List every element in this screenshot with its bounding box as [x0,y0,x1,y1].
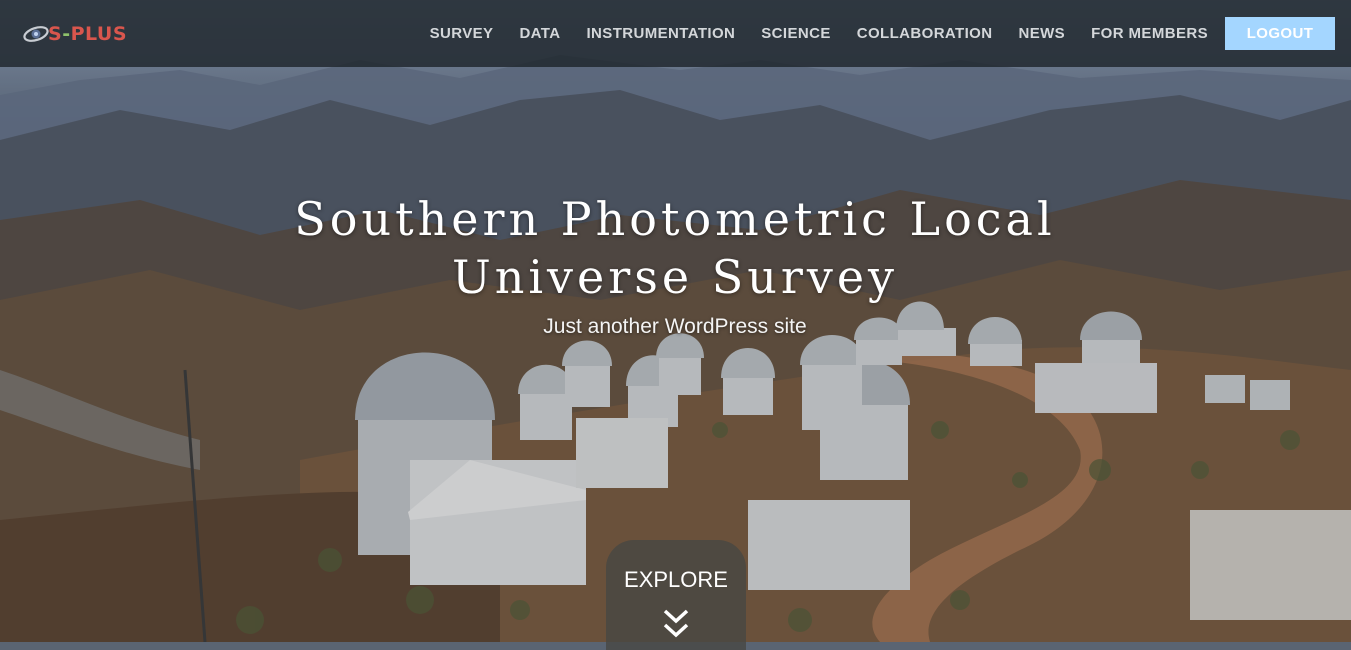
nav-item-for-members[interactable]: FOR MEMBERS [1091,25,1208,42]
main-nav: SURVEY DATA INSTRUMENTATION SCIENCE COLL… [404,0,1208,67]
logo-text: S-PLUS [48,23,128,45]
hero-title: Southern Photometric Local Universe Surv… [294,192,1056,304]
hero-subtitle: Just another WordPress site [543,315,807,338]
explore-label: EXPLORE [624,567,728,592]
logout-button[interactable]: LOGOUT [1225,17,1335,50]
nav-item-news[interactable]: NEWS [1018,25,1065,42]
nav-item-science[interactable]: SCIENCE [761,25,830,42]
nav-item-instrumentation[interactable]: INSTRUMENTATION [586,25,735,42]
top-navbar: S-PLUS SURVEY DATA INSTRUMENTATION SCIEN… [0,0,1351,67]
site-logo[interactable]: S-PLUS [22,22,127,46]
double-chevron-down-icon [663,609,689,638]
explore-button[interactable]: EXPLORE [606,540,746,650]
nav-item-data[interactable]: DATA [519,25,560,42]
galaxy-logo-icon [23,26,49,42]
nav-item-collaboration[interactable]: COLLABORATION [857,25,993,42]
nav-item-survey[interactable]: SURVEY [430,25,494,42]
